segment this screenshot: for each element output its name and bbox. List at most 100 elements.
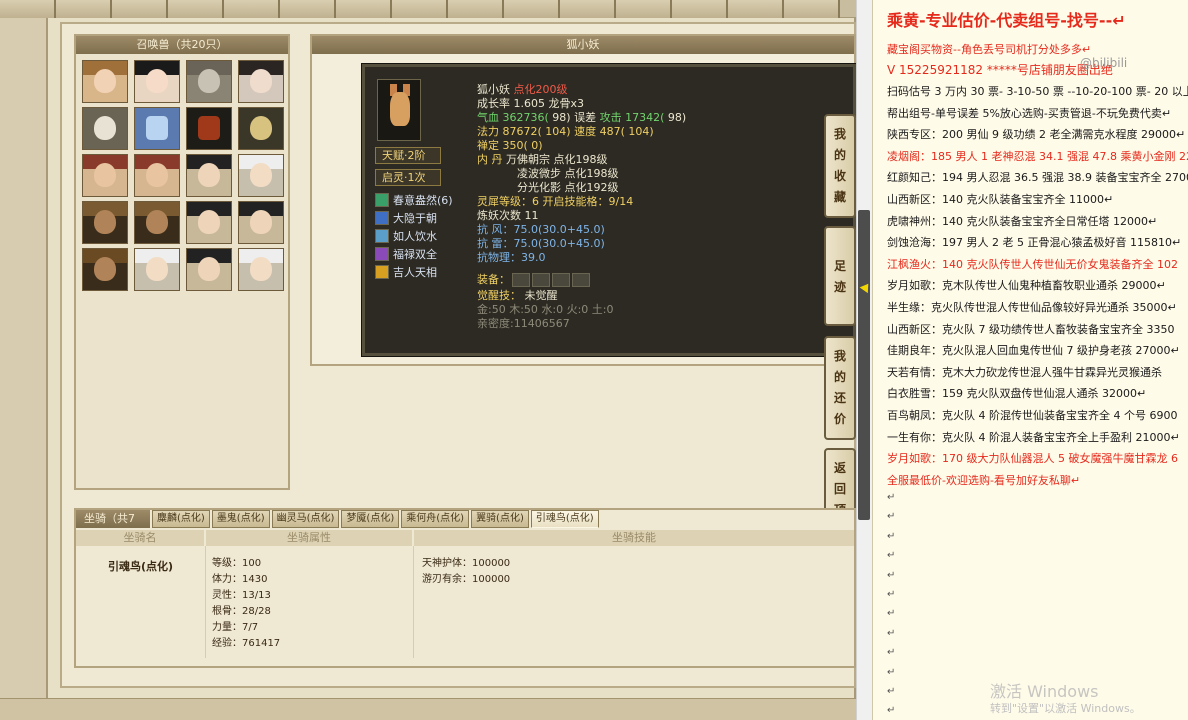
left-edge bbox=[0, 18, 46, 698]
equip-slot[interactable] bbox=[552, 273, 570, 287]
qiling-tag[interactable]: 启灵·1次 bbox=[375, 169, 441, 186]
pet-tooltip: 天赋·2阶 启灵·1次 春意盎然(6) 大隐于朝 如人饮水 福禄双全 吉人天相 … bbox=[362, 64, 856, 356]
top-decor-segment bbox=[224, 0, 280, 18]
mount-tab[interactable]: 幽灵马(点化) bbox=[271, 510, 340, 528]
spring-skill-icon bbox=[375, 192, 389, 207]
pet-avatar[interactable] bbox=[238, 201, 284, 244]
doc-line: 半生缘：克火队传世混人传世仙品像较好异光通杀 35000↵ bbox=[887, 301, 1177, 314]
doc-empty-line-mark: ↵ bbox=[887, 666, 896, 678]
skill-row[interactable]: 春意盎然(6) bbox=[375, 191, 453, 208]
pet-avatar[interactable] bbox=[82, 107, 128, 150]
elements-line: 金:50 木:50 水:0 火:0 土:0 bbox=[477, 303, 614, 316]
mount-divider bbox=[413, 546, 414, 658]
mount-tab-active[interactable]: 引魂鸟(点化) bbox=[530, 510, 599, 528]
equip-slot[interactable] bbox=[572, 273, 590, 287]
side-button-label: 足 迹 bbox=[833, 259, 846, 294]
mp-speed-line: 法力 87672( 104) 速度 487( 104) bbox=[477, 125, 654, 138]
pet-avatar[interactable] bbox=[186, 201, 232, 244]
doc-empty-line-mark: ↵ bbox=[887, 550, 896, 562]
mount-stat: 根骨：28/28 bbox=[212, 606, 271, 617]
awaken-line: 觉醒技： 未觉醒 bbox=[477, 289, 558, 302]
doc-line: 全服最低价-欢迎选购-看号加好友私聊↵ bbox=[887, 473, 1081, 487]
pet-avatar[interactable] bbox=[186, 107, 232, 150]
top-decor-strip bbox=[0, 0, 856, 18]
intimacy-line: 亲密度:11406567 bbox=[477, 317, 570, 330]
top-decor-segment bbox=[56, 0, 112, 18]
pet-avatar[interactable] bbox=[82, 154, 128, 197]
doc-empty-line-mark: ↵ bbox=[887, 705, 896, 717]
mount-stat: 经验：761417 bbox=[212, 638, 281, 649]
top-decor-segment bbox=[112, 0, 168, 18]
side-button-label: 我 的 收 藏 bbox=[833, 127, 846, 204]
skill-row[interactable]: 吉人天相 bbox=[375, 263, 437, 280]
lingxi-line: 灵犀等级：6 开启技能格：9/14 bbox=[477, 195, 634, 208]
mount-skill-header: 坐骑技能 bbox=[414, 530, 854, 546]
mount-attr-header: 坐骑属性 bbox=[206, 530, 412, 546]
pet-avatar[interactable] bbox=[134, 201, 180, 244]
pet-avatar[interactable] bbox=[238, 248, 284, 291]
doc-line: 虎啸神州：140 克火队装备宝宝齐全日常任塔 12000↵ bbox=[887, 214, 1158, 228]
top-decor-segment bbox=[728, 0, 784, 18]
mount-name-header: 坐骑名 bbox=[76, 530, 204, 546]
pet-avatar[interactable] bbox=[134, 107, 180, 150]
pet-avatar[interactable] bbox=[186, 154, 232, 197]
doc-empty-line-mark: ↵ bbox=[887, 569, 896, 581]
windows-activation-watermark: 激活 Windows bbox=[990, 682, 1099, 701]
mount-tab[interactable]: 麋麟(点化) bbox=[152, 510, 210, 528]
water-skill-icon bbox=[375, 228, 389, 243]
pet-avatar[interactable] bbox=[238, 60, 284, 103]
pets-panel-title: 召唤兽（共20只） bbox=[76, 36, 288, 54]
top-decor-segment bbox=[560, 0, 616, 18]
skill-row[interactable]: 大隐于朝 bbox=[375, 209, 437, 226]
doc-line: 山西新区：140 克火队装备宝宝齐全 11000↵ bbox=[887, 193, 1114, 206]
luck-skill-icon bbox=[375, 264, 389, 279]
pet-avatar[interactable] bbox=[238, 107, 284, 150]
talent-tag[interactable]: 天赋·2阶 bbox=[375, 147, 441, 164]
mount-tab[interactable]: 乘何舟(点化) bbox=[401, 510, 470, 528]
pet-avatar[interactable] bbox=[186, 248, 232, 291]
pet-avatar-grid bbox=[76, 54, 288, 291]
pet-avatar[interactable] bbox=[134, 154, 180, 197]
hidden-skill-icon bbox=[375, 210, 389, 225]
lianyao-line: 炼妖次数 11 bbox=[477, 209, 539, 222]
top-decor-segment bbox=[616, 0, 672, 18]
pet-avatar[interactable] bbox=[186, 60, 232, 103]
doc-line: 白衣胜雪：159 克火队双盘传世仙混人通杀 32000↵ bbox=[887, 387, 1147, 401]
top-decor-segment bbox=[392, 0, 448, 18]
top-decor-segment bbox=[672, 0, 728, 18]
pet-avatar[interactable] bbox=[82, 248, 128, 291]
doc-line: 天若有情：克木大力砍龙传世混人强牛甘霖异光灵猴通杀 bbox=[887, 365, 1162, 379]
top-decor-segment bbox=[504, 0, 560, 18]
pet-avatar[interactable] bbox=[134, 248, 180, 291]
hp-atk-line: 气血 362736( 98) 误差 攻击 17342( 98) bbox=[477, 111, 687, 124]
mount-count-label: 坐骑（共7只） bbox=[76, 510, 150, 543]
mount-tab[interactable]: 墨鬼(点化) bbox=[211, 510, 270, 528]
my-collection-button[interactable]: 我 的 收 藏 bbox=[824, 114, 856, 218]
mount-tab[interactable]: 梦魇(点化) bbox=[341, 510, 400, 528]
equip-line: 装备： bbox=[477, 273, 590, 287]
skill-row[interactable]: 福禄双全 bbox=[375, 245, 437, 262]
doc-line: 佳期良年：克火队混人回血鬼传世仙 7 级护身老孩 27000↵ bbox=[887, 344, 1180, 358]
mount-stat: 力量：7/7 bbox=[212, 622, 259, 633]
skill-row[interactable]: 如人饮水 bbox=[375, 227, 437, 244]
windows-activation-hint: 转到"设置"以激活 Windows。 bbox=[990, 702, 1141, 715]
mount-tab[interactable]: 翼骑(点化) bbox=[471, 510, 529, 528]
pet-avatar[interactable] bbox=[82, 201, 128, 244]
fox-pet-icon bbox=[390, 92, 410, 126]
my-bargain-button[interactable]: 我 的 还 价 bbox=[824, 336, 856, 440]
equip-slot[interactable] bbox=[512, 273, 530, 287]
mount-name: 引魂鸟(点化) bbox=[108, 560, 174, 573]
doc-line: 扫码估号 3 万内 30 票- 3-10-50 票 --10-20-100 票-… bbox=[887, 85, 1188, 98]
pet-avatar[interactable] bbox=[238, 154, 284, 197]
equip-slot[interactable] bbox=[532, 273, 550, 287]
main-scrollbar-thumb[interactable] bbox=[858, 210, 870, 520]
footprint-button[interactable]: 足 迹 bbox=[824, 226, 856, 326]
doc-line: 百鸟朝凤：克火队 4 阶混传世仙装备宝宝齐全 4 个号 6900 bbox=[887, 409, 1178, 422]
mount-stat: 体力：1430 bbox=[212, 574, 268, 585]
pet-avatar[interactable] bbox=[134, 60, 180, 103]
top-decor-segment bbox=[0, 0, 56, 18]
doc-line: 一生有你：克火队 4 阶混人装备宝宝齐全上手盈利 21000↵ bbox=[887, 430, 1180, 444]
video-watermark: @bilibili bbox=[1080, 56, 1128, 70]
doc-line: V 15225921182 *****号店铺朋友圈出绝 bbox=[887, 63, 1113, 77]
pet-avatar[interactable] bbox=[82, 60, 128, 103]
